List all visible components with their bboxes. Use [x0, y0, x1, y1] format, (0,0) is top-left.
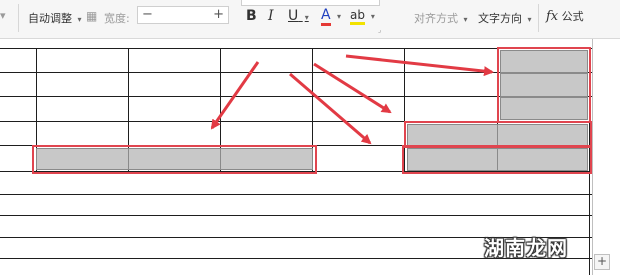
add-button[interactable]: +: [594, 254, 610, 270]
arrow-to-lower-block: [289, 72, 372, 145]
arrow-to-left-row: [210, 61, 260, 130]
watermark-text: 湖南龙网: [484, 236, 568, 260]
right-panel: [592, 39, 620, 275]
arrow-to-column: [345, 54, 494, 77]
